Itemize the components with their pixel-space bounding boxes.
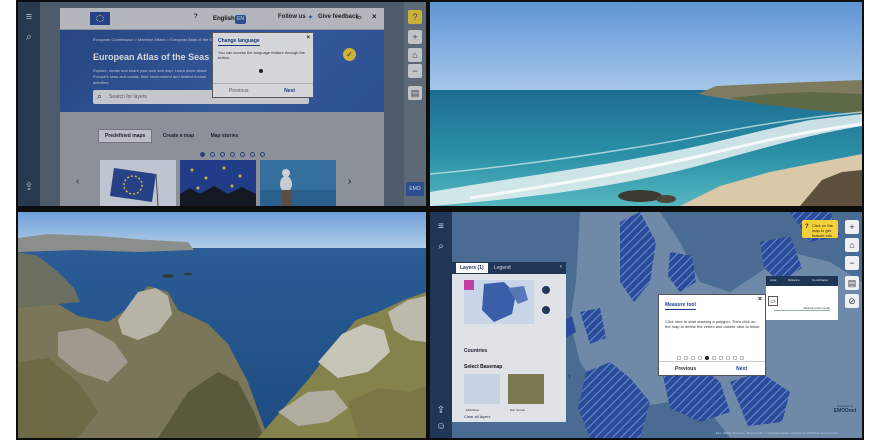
thumbnail-seagull[interactable] [260,160,336,206]
modal-title: Change language [218,38,260,46]
plus-icon[interactable]: + [845,220,859,234]
menu-icon[interactable]: ≡ [434,220,448,234]
tab-distance[interactable]: Distance [788,278,800,282]
breadcrumb: European Commission > Maritime Affairs >… [93,37,219,42]
home-icon[interactable]: ⌂ [408,48,422,62]
next-button[interactable]: Next [736,366,747,372]
language-badge[interactable]: EN [235,15,246,24]
thumbnail-eu-flag[interactable] [100,160,176,206]
search-icon[interactable]: ⌕ [434,240,448,254]
atlas-map-panel: ≡ ⌕ ⇪ ☺ Click on the map to get feature … [430,212,862,438]
basemap-label: EMODnet [466,408,480,412]
modal-footer: Previous Next [213,83,313,97]
modal-body: You can access the language feature thro… [218,50,306,60]
left-toolbar: ≡ ⌕ ⇪ ☺ [430,212,452,438]
chevron-left-icon[interactable]: ‹ [560,264,562,270]
lock-icon[interactable]: ✓ [343,48,356,61]
language-selector[interactable]: English [213,16,235,22]
map-thumbnails [100,160,340,206]
basemap-label: Esri Terrain [510,408,526,412]
pin-icon[interactable]: ⊘ [845,294,859,308]
share-icon[interactable]: ⇪ [434,404,448,418]
step-indicator [259,69,263,73]
print-icon[interactable]: ▤ [408,86,422,100]
page-title: European Atlas of the Seas [93,52,210,62]
left-toolbar: ≡ ⌕ ⇪ [18,2,40,206]
print-icon[interactable]: ▤ [845,276,859,290]
menu-icon[interactable]: ≡ [22,10,36,24]
previous-button[interactable]: Previous [229,88,248,94]
chevron-left-icon[interactable]: ‹ [76,176,79,187]
tab-coordinates[interactable]: Coordinates [812,278,828,282]
beach-photo [430,2,862,206]
thumbnail-stars[interactable] [180,160,256,206]
chevron-right-icon[interactable]: › [568,372,571,381]
close-icon[interactable]: × [372,12,377,21]
layers-panel: Layers (1) Legend ‹ Countries Select Bas… [452,262,566,422]
feedback-icon[interactable]: ☺ [434,420,448,434]
modal-body: Click here to start drawing a polygon. T… [665,319,761,329]
tab-legend[interactable]: Legend [494,265,511,271]
atlas-page: ? Follow us ✦ Give feedback ▭ × European… [60,8,384,206]
draw-polygon-icon[interactable]: ▱ [768,296,778,306]
minus-icon[interactable]: − [845,256,859,270]
tab-create-map[interactable]: Create a map [157,130,200,142]
minus-icon[interactable]: − [408,64,422,78]
layer-thumbnail[interactable] [464,280,534,324]
search-icon: ⌕ [97,91,103,101]
basemap-heading: Select Basemap [464,364,503,370]
layer-remove-icon[interactable] [542,306,550,314]
right-toolbar: ? + ⌂ − ▤ EMO [404,2,426,206]
home-icon[interactable]: ⌂ [845,238,859,252]
clear-layers-link[interactable]: Clear all layers [464,414,490,419]
emodnet-logo: Powered by EMODnet [830,404,860,428]
layer-name: Countries [464,348,488,354]
chevron-right-icon[interactable]: › [348,176,351,187]
twitter-icon[interactable]: ✦ [308,14,313,21]
give-feedback-link[interactable]: Give feedback [318,14,359,20]
search-icon[interactable]: ⌕ [22,30,36,44]
change-language-modal: Change language × You can access the lan… [212,32,314,98]
screenshot-collage: ≡ ⌕ ⇪ ? Follow us ✦ Give feedback ▭ × Eu… [16,0,864,440]
tab-area[interactable]: Area [770,278,776,282]
previous-button[interactable]: Previous [675,366,696,372]
feature-info-tip: Click on the map to get feature info [802,220,838,238]
cliffs-photo [18,212,426,438]
modal-footer: Previous Next [659,361,765,375]
layer-badge-icon [464,280,474,290]
tab-map-stories[interactable]: Map stories [205,130,245,142]
close-icon[interactable]: × [306,35,310,41]
plus-icon[interactable]: + [408,30,422,44]
help-icon[interactable]: ? [408,10,422,24]
measure-tool-modal: Measure tool × Click here to start drawi… [658,294,766,376]
maps-section: Predefined maps Create a map Map stories… [60,112,384,206]
emodnet-logo-text: EMODnet [833,408,857,414]
basemap-emodnet[interactable] [464,374,500,404]
layers-panel-header: Layers (1) Legend ‹ [452,262,566,274]
measurement-result: Measurement result [774,306,830,311]
search-placeholder: Search for layers [109,94,147,100]
tab-layers[interactable]: Layers (1) [456,263,488,273]
help-icon[interactable]: ? [194,14,198,20]
eu-flag-logo [90,12,110,25]
atlas-homepage-panel: ≡ ⌕ ⇪ ? Follow us ✦ Give feedback ▭ × Eu… [18,2,426,206]
follow-us-link[interactable]: Follow us [278,14,306,20]
modal-title: Measure tool [665,302,696,310]
close-icon[interactable]: × [758,296,762,303]
tab-predefined-maps[interactable]: Predefined maps [98,129,153,143]
layer-info-icon[interactable] [542,286,550,294]
next-button[interactable]: Next [284,88,295,94]
map-attribution: Esri, HERE, DeLorme, MapmyIndia, © OpenS… [715,431,838,435]
feedback-icon[interactable]: ▭ [356,14,362,21]
share-icon[interactable]: ⇪ [22,180,36,194]
hero-description: Explore, create and share your own sea m… [93,68,207,85]
basemap-esri-terrain[interactable] [508,374,544,404]
emodnet-logo: EMO [406,182,424,196]
map-tabs: Predefined maps Create a map Map stories [98,124,244,143]
